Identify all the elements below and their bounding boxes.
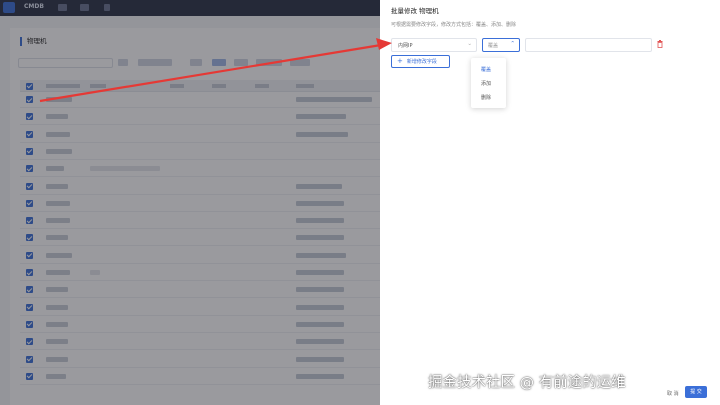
edit-field-row: 内网IP ⌄ 覆盖 ⌃	[391, 38, 711, 52]
action-dropdown: 覆盖 添加 删除	[471, 58, 506, 108]
background-page: CMDB 物理机	[0, 0, 380, 405]
add-field-label: 新增修改字段	[406, 59, 437, 65]
watermark: 掘金技术社区 @ 有前途的运维	[428, 375, 626, 391]
modal-overlay[interactable]	[0, 0, 380, 405]
trash-icon[interactable]	[657, 40, 664, 49]
submit-button[interactable]: 提 交	[685, 386, 707, 398]
drawer-title: 批量修改 物理机	[391, 7, 439, 15]
plus-icon: +	[397, 57, 403, 65]
action-select-placeholder: 覆盖	[488, 43, 499, 49]
action-select[interactable]: 覆盖 ⌃	[482, 38, 520, 52]
add-field-button[interactable]: + 新增修改字段	[391, 55, 450, 68]
dropdown-option-delete[interactable]: 删除	[481, 94, 491, 101]
batch-edit-drawer: 批量修改 物理机 可根据需要修改字段，修改方式包括：覆盖、添加、删除 内网IP …	[380, 0, 720, 405]
field-select-value: 内网IP	[398, 43, 413, 49]
value-input[interactable]	[525, 38, 652, 52]
drawer-tip: 可根据需要修改字段，修改方式包括：覆盖、添加、删除	[391, 22, 517, 28]
field-select[interactable]: 内网IP ⌄	[391, 38, 477, 52]
dropdown-option-overwrite[interactable]: 覆盖	[481, 66, 491, 73]
chevron-down-icon: ⌄	[467, 41, 472, 47]
dropdown-option-add[interactable]: 添加	[481, 80, 491, 87]
cancel-button[interactable]: 取 消	[667, 390, 679, 397]
chevron-down-icon: ⌃	[510, 41, 515, 47]
